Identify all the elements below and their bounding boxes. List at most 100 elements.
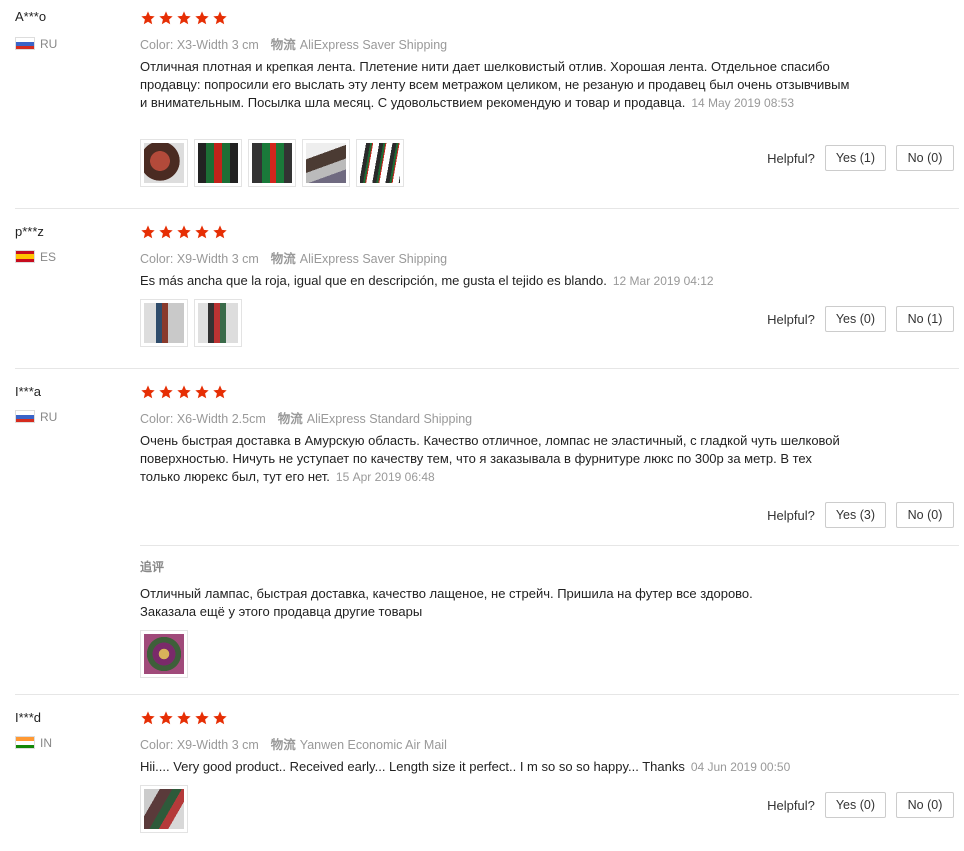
shipping-method: AliExpress Saver Shipping (299, 252, 448, 266)
star-icon (195, 711, 209, 725)
review-divider (15, 694, 959, 695)
star-icon (213, 225, 227, 239)
review-photo-thumb[interactable] (140, 785, 188, 833)
review-photo-thumb[interactable] (356, 139, 404, 187)
review-body: Es más ancha que la roja, igual que en d… (140, 273, 607, 288)
helpful-yes-button[interactable]: Yes (1) (824, 145, 886, 171)
product-color: Color: X9-Width 3 cm (140, 252, 259, 266)
helpful-no-button[interactable]: No (0) (896, 792, 954, 818)
helpful-no-button[interactable]: No (0) (896, 502, 954, 528)
helpful-group: Helpful? Yes (0) No (0) (767, 792, 954, 818)
review-text: Hii.... Very good product.. Received ear… (140, 758, 860, 776)
reviewer-country: IN (40, 736, 52, 750)
logistics-label: 物流 (270, 38, 296, 52)
helpful-no-button[interactable]: No (1) (896, 306, 954, 332)
reviewer-name: I***a (15, 384, 42, 399)
reviewer-name: I***d (15, 710, 42, 725)
review-photos (140, 139, 404, 187)
product-color: Color: X9-Width 3 cm (140, 738, 259, 752)
flag-ru-icon (15, 37, 35, 50)
review-photo-thumb[interactable] (140, 630, 188, 678)
review-date: 14 May 2019 08:53 (691, 96, 795, 110)
review-meta: Color: X9-Width 3 cm 物流 AliExpress Saver S… (140, 248, 447, 267)
star-icon (159, 225, 173, 239)
star-icon (177, 225, 191, 239)
reviewer-country: ES (40, 250, 57, 264)
helpful-no-button[interactable]: No (0) (896, 145, 954, 171)
flag-ru-icon (15, 410, 35, 423)
followup-title: 追评 (140, 560, 165, 574)
review-body: Hii.... Very good product.. Received ear… (140, 759, 685, 774)
followup-photos (140, 630, 188, 678)
review-meta: Color: X3-Width 3 cm 物流 AliExpress Saver S… (140, 34, 447, 53)
star-icon (177, 11, 191, 25)
star-icon (141, 11, 155, 25)
helpful-group: Helpful? Yes (1) No (0) (767, 145, 954, 171)
helpful-group: Helpful? Yes (3) No (0) (767, 502, 954, 528)
flag-es-icon (15, 250, 35, 263)
star-icon (195, 225, 209, 239)
helpful-label: Helpful? (767, 150, 815, 166)
helpful-yes-button[interactable]: Yes (0) (824, 792, 886, 818)
star-icon (177, 711, 191, 725)
star-rating (140, 224, 228, 240)
reviewer-name: p***z (15, 224, 44, 239)
star-icon (213, 385, 227, 399)
followup-divider (140, 545, 959, 546)
review-photos (140, 785, 188, 833)
star-rating (140, 10, 228, 26)
star-icon (159, 385, 173, 399)
star-icon (159, 11, 173, 25)
review-photo-thumb[interactable] (302, 139, 350, 187)
star-icon (159, 711, 173, 725)
review-divider (15, 368, 959, 369)
helpful-yes-button[interactable]: Yes (0) (824, 306, 886, 332)
product-color: Color: X6-Width 2.5cm (140, 412, 266, 426)
review-text: Es más ancha que la roja, igual que en d… (140, 272, 860, 290)
shipping-method: AliExpress Standard Shipping (306, 412, 473, 426)
helpful-group: Helpful? Yes (0) No (1) (767, 306, 954, 332)
helpful-label: Helpful? (767, 797, 815, 813)
star-rating (140, 710, 228, 726)
helpful-label: Helpful? (767, 311, 815, 327)
review-photo-thumb[interactable] (194, 299, 242, 347)
reviewer-country: RU (40, 37, 58, 51)
review-divider (15, 208, 959, 209)
review-date: 04 Jun 2019 00:50 (690, 760, 791, 774)
followup-text: Отличный лампас, быстрая доставка, качес… (140, 585, 860, 621)
logistics-label: 物流 (277, 412, 303, 426)
review-photo-thumb[interactable] (248, 139, 296, 187)
star-icon (195, 11, 209, 25)
logistics-label: 物流 (270, 738, 296, 752)
reviewer-country: RU (40, 410, 58, 424)
helpful-label: Helpful? (767, 507, 815, 523)
star-icon (195, 385, 209, 399)
helpful-yes-button[interactable]: Yes (3) (824, 502, 886, 528)
followup-line: Отличный лампас, быстрая доставка, качес… (140, 586, 753, 601)
review-photos (140, 299, 242, 347)
review-meta: Color: X9-Width 3 cm 物流 Yanwen Economic Ai… (140, 734, 447, 753)
review-body: Очень быстрая доставка в Амурскую област… (140, 433, 840, 484)
star-icon (177, 385, 191, 399)
product-color: Color: X3-Width 3 cm (140, 38, 259, 52)
review-photo-thumb[interactable] (194, 139, 242, 187)
reviewer-name: A***o (15, 9, 47, 24)
review-meta: Color: X6-Width 2.5cm 物流 AliExpress Standa… (140, 408, 472, 427)
logistics-label: 物流 (270, 252, 296, 266)
flag-in-icon (15, 736, 35, 749)
shipping-method: AliExpress Saver Shipping (299, 38, 448, 52)
review-text: Отличная плотная и крепкая лента. Плетен… (140, 58, 860, 112)
review-date: 15 Apr 2019 06:48 (335, 470, 435, 484)
review-text: Очень быстрая доставка в Амурскую област… (140, 432, 840, 486)
review-photo-thumb[interactable] (140, 299, 188, 347)
star-icon (213, 711, 227, 725)
star-rating (140, 384, 228, 400)
review-date: 12 Mar 2019 04:12 (612, 274, 714, 288)
star-icon (141, 385, 155, 399)
star-icon (141, 225, 155, 239)
review-photo-thumb[interactable] (140, 139, 188, 187)
star-icon (213, 11, 227, 25)
followup-line: Заказала ещё у этого продавца другие тов… (140, 604, 423, 619)
shipping-method: Yanwen Economic Air Mail (299, 738, 447, 752)
star-icon (141, 711, 155, 725)
